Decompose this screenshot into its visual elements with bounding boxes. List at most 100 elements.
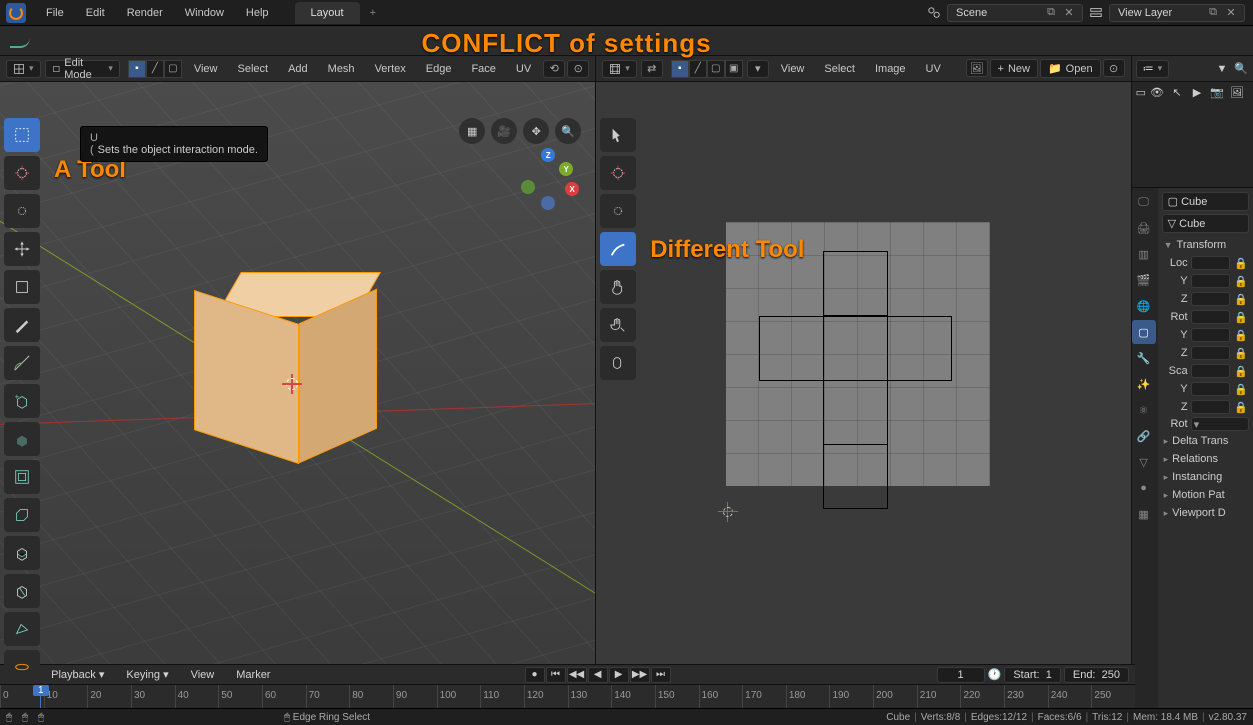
menu-uv[interactable]: UV [508, 59, 539, 79]
menu-add[interactable]: Add [280, 59, 316, 79]
uv-tool-annotate[interactable] [600, 232, 636, 266]
viewport-3d[interactable]: + U (Sets the object interaction mode. A… [0, 82, 595, 725]
menu-help[interactable]: Help [236, 3, 279, 23]
tool-add-cube[interactable]: + [4, 384, 40, 418]
uv-sync-button[interactable]: ⇄ [641, 60, 663, 78]
ptab-modifier[interactable]: 🔧 [1132, 346, 1156, 370]
tool-loop-cut[interactable] [4, 536, 40, 570]
delete-layer-icon[interactable]: ✕ [1222, 4, 1240, 22]
uv-menu-select[interactable]: Select [816, 59, 863, 79]
ptab-scene[interactable]: 🎬 [1132, 268, 1156, 292]
new-image-button[interactable]: +New [990, 59, 1038, 78]
editor-type-dropdown-uv[interactable]: ▾ [602, 60, 637, 78]
tool-move-origin[interactable] [4, 194, 40, 228]
section-delta[interactable]: ▸Delta Trans [1162, 432, 1249, 450]
play-button[interactable]: ▶ [609, 667, 629, 683]
prev-keyframe-button[interactable]: ◀◀ [567, 667, 587, 683]
uv-pivot-icon[interactable]: ⊙ [1103, 59, 1125, 77]
browse-layer-icon[interactable] [1087, 4, 1105, 22]
camera-icon[interactable]: 📷 [1209, 84, 1225, 100]
object-breadcrumb[interactable]: ▢ Cube [1162, 192, 1249, 211]
tool-annotate[interactable] [4, 308, 40, 342]
ptab-object[interactable]: ▢ [1132, 320, 1156, 344]
new-layer-icon[interactable]: ⧉ [1204, 4, 1222, 22]
sticky-select-icon[interactable]: ▾ [747, 60, 769, 78]
menu-select[interactable]: Select [230, 59, 277, 79]
timeline-playback-menu[interactable]: Playback ▾ [43, 664, 112, 685]
search-icon[interactable]: 🔍 [1233, 61, 1249, 77]
mode-dropdown[interactable]: Edit Mode ▾ [45, 60, 120, 78]
render-vis-icon[interactable]: 🖼 [1229, 84, 1245, 100]
pan-view-icon[interactable]: ✥ [523, 118, 549, 144]
outliner-collection-row[interactable]: ▭ 👁 ↖ ▶ 📷 🖼 [1132, 82, 1253, 102]
lock-icon[interactable]: 🔒 [1233, 309, 1249, 325]
tool-extrude-region[interactable] [4, 422, 40, 456]
transform-orientation-icon[interactable]: ⟲ [543, 60, 565, 78]
cursor-toggle-icon[interactable]: ↖ [1169, 84, 1185, 100]
sca-x-field[interactable] [1191, 364, 1230, 378]
uv-face[interactable] [823, 316, 888, 381]
pivot-point-icon[interactable]: ⊙ [567, 60, 589, 78]
vertex-select-mode[interactable]: ▪ [128, 60, 146, 78]
tool-select-box[interactable] [4, 118, 40, 152]
jump-start-button[interactable]: ⏮ [546, 667, 566, 683]
end-frame-field[interactable]: End: 250 [1064, 667, 1129, 683]
lock-icon[interactable]: 🔒 [1233, 381, 1249, 397]
uv-face[interactable] [887, 316, 952, 381]
lock-icon[interactable]: 🔒 [1233, 363, 1249, 379]
zoom-view-icon[interactable]: 🔍 [555, 118, 581, 144]
lock-icon[interactable]: 🔒 [1233, 255, 1249, 271]
lock-icon[interactable]: 🔒 [1233, 291, 1249, 307]
browse-scene-icon[interactable] [925, 4, 943, 22]
loc-x-field[interactable] [1191, 256, 1230, 270]
filter-icon[interactable]: ▼ [1214, 61, 1230, 77]
sca-z-field[interactable] [1191, 400, 1230, 414]
section-motion[interactable]: ▸Motion Pat [1162, 486, 1249, 504]
uv-face-mode[interactable]: ▢ [707, 60, 725, 78]
new-scene-icon[interactable]: ⧉ [1042, 4, 1060, 22]
start-frame-field[interactable]: Start: 1 [1004, 667, 1061, 683]
uv-menu-view[interactable]: View [773, 59, 813, 79]
image-browse-icon[interactable]: 🖼 [966, 59, 988, 77]
ptab-particles[interactable]: ✨ [1132, 372, 1156, 396]
menu-file[interactable]: File [36, 3, 74, 23]
lock-icon[interactable]: 🔒 [1233, 345, 1249, 361]
uv-tool-pinch[interactable] [600, 308, 636, 342]
menu-view[interactable]: View [186, 59, 226, 79]
tool-inset[interactable] [4, 460, 40, 494]
face-select-mode[interactable]: ▢ [164, 60, 182, 78]
editor-type-dropdown[interactable]: ▾ [6, 60, 41, 78]
uv-viewport[interactable]: Different Tool [596, 82, 1130, 725]
eye-icon[interactable]: 👁 [1149, 84, 1165, 100]
open-image-button[interactable]: 📁Open [1040, 59, 1101, 78]
selectable-icon[interactable]: ▶ [1189, 84, 1205, 100]
camera-view-icon[interactable]: 🎥 [491, 118, 517, 144]
uv-vertex-mode[interactable]: ▪ [671, 60, 689, 78]
ptab-view-layer[interactable]: ▥ [1132, 242, 1156, 266]
uv-edge-mode[interactable]: ╱ [689, 60, 707, 78]
section-viewport[interactable]: ▸Viewport D [1162, 504, 1249, 522]
menu-render[interactable]: Render [117, 3, 173, 23]
uv-tool-grab[interactable] [600, 270, 636, 304]
ptab-texture[interactable]: ▦ [1132, 502, 1156, 526]
ptab-constraint[interactable]: 🔗 [1132, 424, 1156, 448]
uv-face[interactable] [759, 316, 824, 381]
menu-window[interactable]: Window [175, 3, 234, 23]
workspace-tab-layout[interactable]: Layout [295, 2, 360, 24]
uv-tool-cursor[interactable] [600, 156, 636, 190]
ptab-output[interactable]: 🖨 [1132, 216, 1156, 240]
workspace-add-button[interactable]: + [362, 3, 384, 23]
ptab-data[interactable]: ▽ [1132, 450, 1156, 474]
view-layer-selector[interactable]: View Layer ⧉ ✕ [1109, 4, 1245, 22]
menu-edit[interactable]: Edit [76, 3, 115, 23]
current-frame-field[interactable]: 1 [937, 667, 985, 683]
tool-transform[interactable] [4, 270, 40, 304]
navigation-gizmo[interactable]: Z Y X [517, 148, 579, 210]
rot-mode-field[interactable]: ▾ [1191, 417, 1249, 431]
jump-end-button[interactable]: ⏭ [651, 667, 671, 683]
timeline-ruler[interactable]: 0102030405060708090100110120130140150160… [0, 685, 1135, 708]
tool-knife[interactable] [4, 574, 40, 608]
rot-y-field[interactable] [1191, 328, 1230, 342]
uv-tool-select-box[interactable] [600, 118, 636, 152]
section-transform[interactable]: ▼Transform [1162, 236, 1249, 254]
